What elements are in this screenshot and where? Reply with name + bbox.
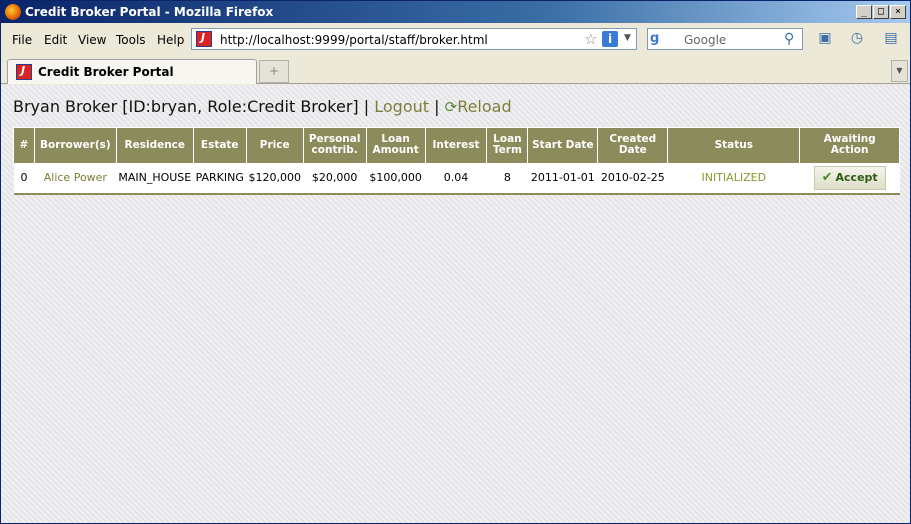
user-info: Bryan Broker [ID:bryan, Role:Credit Brok… [13, 97, 359, 116]
search-icon[interactable]: ⚲ [784, 31, 794, 47]
cell-price: $120,000 [246, 162, 304, 195]
menu-view[interactable]: View [78, 33, 106, 47]
bookmarks-menu-icon[interactable]: ▣ [815, 30, 835, 48]
col-header-loan-term: Loan Term [486, 127, 529, 163]
col-header-awaiting-action: Awaiting Action [799, 127, 900, 163]
tab-favicon-icon [16, 64, 32, 80]
new-tab-button[interactable]: + [259, 60, 289, 83]
col-header-interest: Interest [424, 127, 488, 163]
reload-link[interactable]: Reload [457, 97, 511, 116]
search-bar[interactable]: g Google ⚲ [647, 28, 803, 50]
menu-file[interactable]: File [12, 33, 32, 47]
bookmark-star-icon[interactable]: ☆ [584, 30, 597, 48]
separator: | [434, 97, 440, 116]
tab-label: Credit Broker Portal [38, 65, 174, 79]
minimize-button[interactable]: _ [856, 5, 872, 19]
cell-personal-contrib: $20,000 [303, 162, 367, 195]
tab-list-button[interactable]: ▼ [891, 60, 908, 82]
col-header-personal-contrib: Personal contrib. [302, 127, 367, 163]
page-menu-icon[interactable]: ▤ [881, 30, 901, 48]
loan-requests-table: # Borrower(s) Residence Estate Price Per… [13, 127, 900, 195]
title-bar: Credit Broker Portal - Mozilla Firefox _… [1, 1, 910, 23]
col-header-price: Price [245, 127, 304, 163]
check-icon: ✔ [821, 169, 833, 185]
menu-tools[interactable]: Tools [116, 33, 146, 47]
reload-icon[interactable]: ⟳ [445, 98, 458, 116]
col-header-residence: Residence [115, 127, 194, 163]
page-content: Bryan Broker [ID:bryan, Role:Credit Brok… [1, 85, 910, 523]
cell-start-date: 2011-01-01 [527, 162, 598, 195]
google-engine-icon[interactable]: g [650, 31, 668, 47]
cell-action: ✔ Accept [799, 162, 900, 195]
logout-link[interactable]: Logout [374, 97, 429, 116]
cell-loan-term: 8 [486, 162, 528, 195]
col-header-index: # [13, 127, 35, 163]
accept-label: Accept [835, 170, 878, 184]
cell-borrower-link[interactable]: Alice Power [34, 162, 117, 195]
cell-status: INITIALIZED [667, 162, 800, 195]
col-header-estate: Estate [192, 127, 247, 163]
firefox-logo-icon [5, 4, 21, 20]
menu-help[interactable]: Help [157, 33, 184, 47]
tab-strip: Credit Broker Portal + ▼ [1, 56, 910, 84]
cell-created-date: 2010-02-25 [597, 162, 668, 195]
site-favicon-icon [196, 31, 212, 47]
page-header: Bryan Broker [ID:bryan, Role:Credit Brok… [13, 97, 512, 116]
window-title: Credit Broker Portal - Mozilla Firefox [25, 5, 274, 19]
cell-interest: 0.04 [425, 162, 487, 195]
separator: | [363, 97, 370, 116]
col-header-start-date: Start Date [527, 127, 599, 163]
site-info-icon[interactable]: i [602, 31, 618, 47]
table-row: 0 Alice Power MAIN_HOUSE PARKING $120,00… [13, 162, 900, 195]
table-header-row: # Borrower(s) Residence Estate Price Per… [13, 127, 900, 163]
url-text: http://localhost:9999/portal/staff/broke… [220, 33, 488, 47]
url-dropdown-icon[interactable]: ▼ [624, 33, 631, 43]
col-header-created-date: Created Date [597, 127, 669, 163]
cell-index: 0 [13, 162, 35, 195]
address-bar[interactable]: http://localhost:9999/portal/staff/broke… [191, 28, 637, 50]
accept-button[interactable]: ✔ Accept [813, 165, 886, 190]
maximize-button[interactable]: □ [873, 5, 889, 19]
menu-edit[interactable]: Edit [44, 33, 67, 47]
cell-loan-amount: $100,000 [366, 162, 426, 195]
col-header-borrowers: Borrower(s) [33, 127, 117, 163]
browser-window: Credit Broker Portal - Mozilla Firefox _… [0, 0, 911, 524]
close-button[interactable]: × [890, 5, 906, 19]
col-header-loan-amount: Loan Amount [365, 127, 426, 163]
cell-estate: PARKING [193, 162, 247, 195]
col-header-status: Status [667, 127, 801, 163]
history-icon[interactable]: ◷ [847, 30, 867, 48]
cell-residence: MAIN_HOUSE [116, 162, 194, 195]
tab-credit-broker-portal[interactable]: Credit Broker Portal [7, 59, 257, 84]
search-placeholder: Google [684, 33, 727, 47]
